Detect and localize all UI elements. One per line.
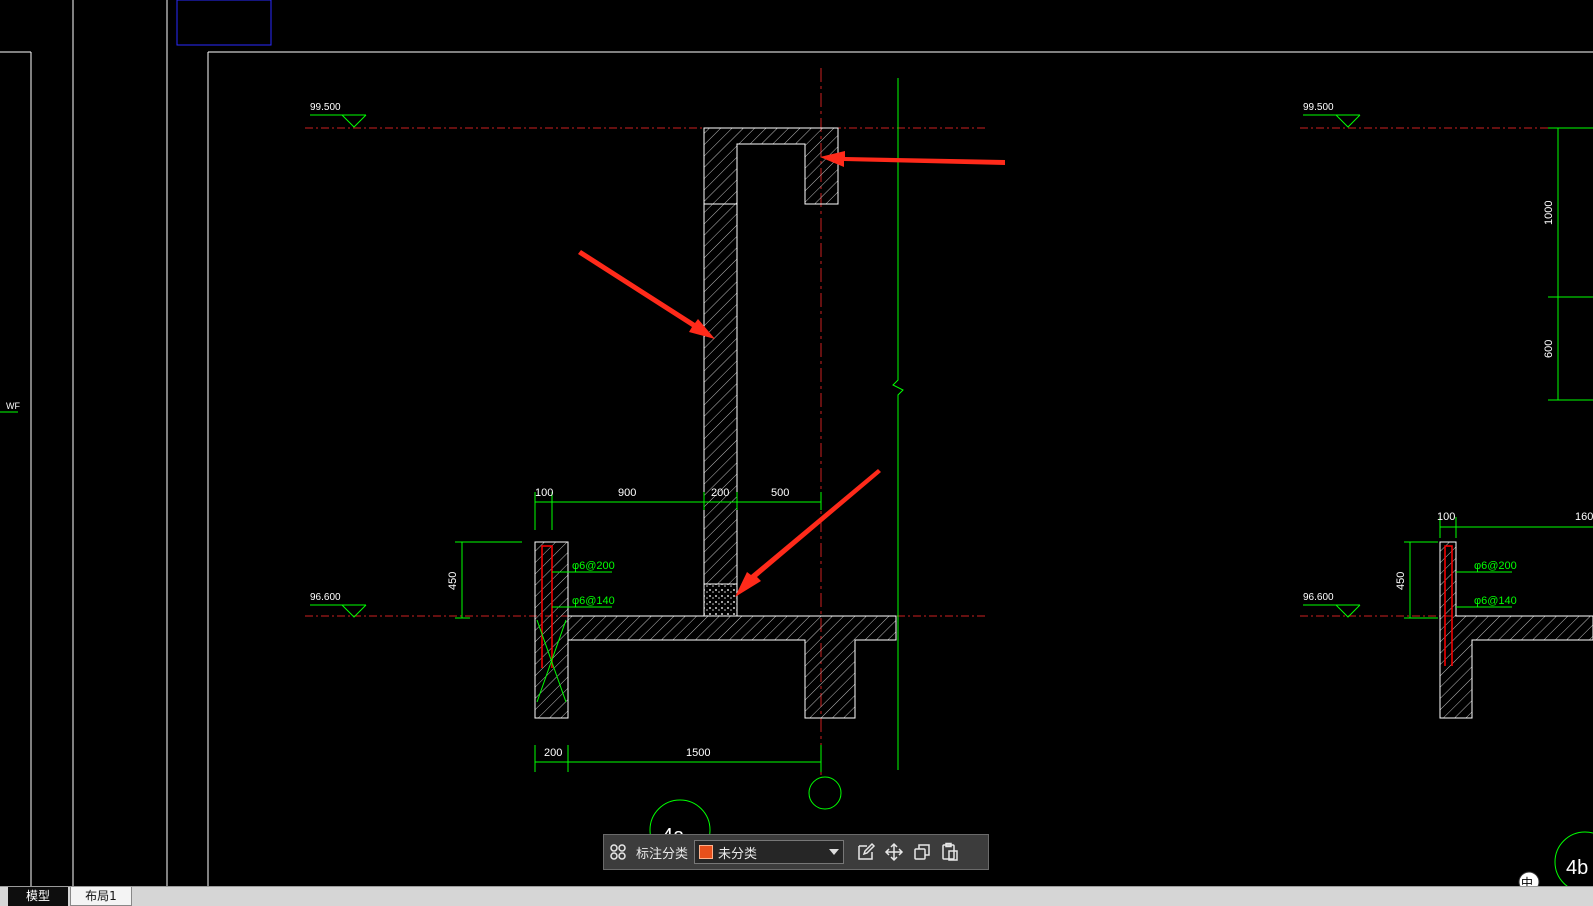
right-detail[interactable]: 99.500 96.600 1000 600 100 1600 450	[1300, 102, 1593, 886]
svg-text:φ6@140: φ6@140	[1474, 595, 1517, 607]
slab-section	[567, 615, 897, 719]
svg-text:96.600: 96.600	[310, 592, 341, 603]
left-detail[interactable]: 99.500 96.600 φ6@200 φ6@140 100 900 200 …	[305, 68, 985, 861]
svg-text:99.500: 99.500	[1303, 102, 1334, 113]
category-swatch	[699, 845, 714, 859]
annotation-arrow-3	[735, 469, 881, 597]
dimension-height	[455, 541, 522, 619]
rebar-label-2: φ6@140	[572, 595, 615, 607]
ime-indicator[interactable]: 中	[1518, 871, 1540, 886]
svg-text:200: 200	[711, 487, 729, 499]
cad-drawing-canvas[interactable]: WF 99.500 96.600 φ6@200 φ6@140 100 900 2…	[0, 0, 1593, 886]
tab-layout-1[interactable]: 布局1	[70, 887, 132, 906]
svg-text:φ6@200: φ6@200	[1474, 560, 1517, 572]
side-label: WF	[6, 401, 20, 411]
svg-text:1500: 1500	[686, 747, 710, 759]
svg-text:900: 900	[618, 487, 636, 499]
svg-text:500: 500	[771, 487, 789, 499]
wall-section	[703, 127, 839, 585]
move-icon[interactable]	[880, 838, 908, 866]
break-line	[892, 78, 904, 770]
axis-bubble	[808, 776, 842, 810]
annotation-toolbar: 标注分类 未分类	[603, 834, 989, 870]
category-value: 未分类	[718, 846, 758, 862]
level-mark-top: 99.500	[310, 102, 367, 128]
chevron-down-icon	[829, 849, 840, 855]
svg-text:100: 100	[535, 487, 553, 499]
grid-icon[interactable]	[604, 838, 632, 866]
svg-text:200: 200	[544, 747, 562, 759]
svg-text:600: 600	[1543, 340, 1555, 358]
viewport-box	[176, 0, 272, 46]
level-mark-top-right: 99.500	[1303, 102, 1361, 128]
svg-text:100: 100	[1437, 511, 1455, 523]
svg-text:中: 中	[1521, 875, 1533, 886]
copy-icon[interactable]	[908, 838, 936, 866]
annotation-arrow-2	[578, 250, 715, 339]
paste-icon[interactable]	[936, 838, 964, 866]
svg-text:450: 450	[447, 572, 459, 590]
concrete-block	[703, 583, 738, 617]
dimension-bottom	[534, 745, 822, 772]
category-label: 标注分类	[636, 846, 689, 862]
svg-text:1000: 1000	[1543, 201, 1555, 225]
level-mark-bottom: 96.600	[310, 592, 367, 618]
svg-text:99.500: 99.500	[310, 102, 341, 113]
level-mark-bottom-right: 96.600	[1303, 592, 1361, 618]
rebar-label-1: φ6@200	[572, 560, 615, 572]
svg-text:96.600: 96.600	[1303, 592, 1334, 603]
category-select[interactable]: 未分类	[694, 840, 845, 864]
svg-text:1600: 1600	[1575, 511, 1593, 523]
layout-tab-bar: 模型 布局1	[0, 886, 1593, 906]
edit-icon[interactable]	[852, 838, 880, 866]
tab-model[interactable]: 模型	[8, 887, 68, 906]
annotation-arrows	[578, 151, 1005, 597]
annotation-arrow-1	[820, 151, 1005, 167]
svg-text:4b: 4b	[1566, 857, 1588, 879]
svg-text:450: 450	[1395, 572, 1407, 590]
